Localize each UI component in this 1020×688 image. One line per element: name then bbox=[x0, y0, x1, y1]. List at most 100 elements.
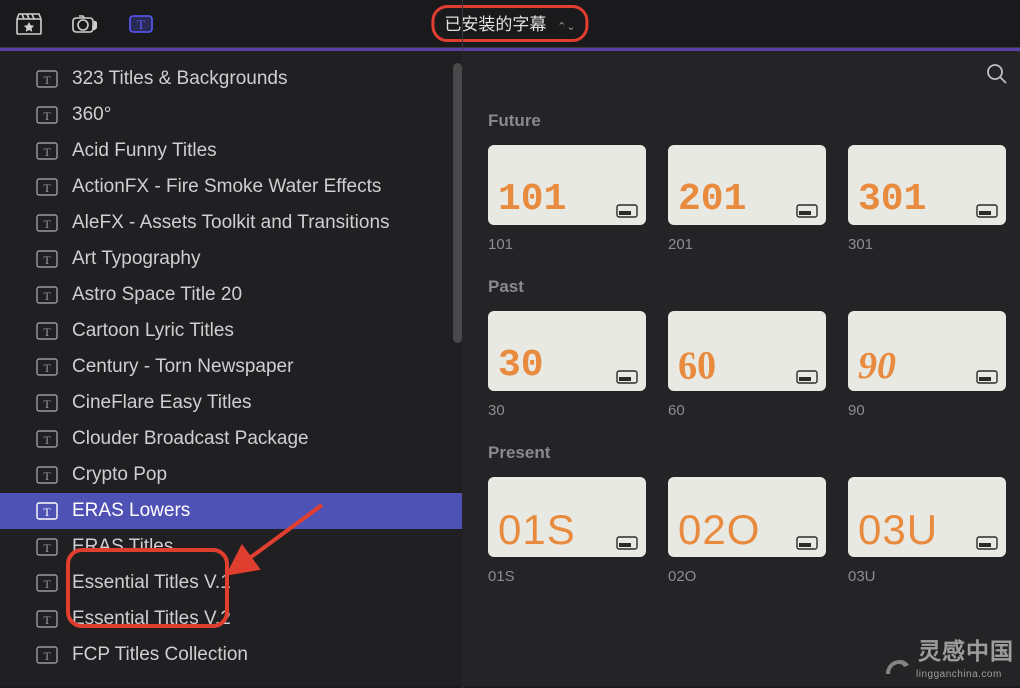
sidebar-scrollbar[interactable] bbox=[453, 63, 462, 343]
svg-text:T: T bbox=[43, 109, 51, 123]
preset-label: 101 bbox=[488, 236, 646, 253]
clapper-star-icon[interactable] bbox=[12, 10, 46, 38]
titles-icon[interactable]: T bbox=[124, 10, 158, 38]
toolbar: T 已安装的字幕 ⌃⌄ bbox=[0, 0, 1020, 48]
dropdown-highlight: 已安装的字幕 ⌃⌄ bbox=[431, 5, 588, 42]
sidebar-item[interactable]: T Century - Torn Newspaper bbox=[0, 349, 462, 385]
sidebar-item[interactable]: T Essential Titles V.2 bbox=[0, 601, 462, 637]
watermark-text: 灵感中国 bbox=[918, 638, 1014, 664]
sidebar-item-label: Century - Torn Newspaper bbox=[72, 356, 293, 378]
title-category-icon: T bbox=[36, 502, 58, 520]
sidebar-item[interactable]: T Essential Titles V.1 bbox=[0, 565, 462, 601]
sidebar-item[interactable]: T CineFlare Easy Titles bbox=[0, 385, 462, 421]
svg-text:T: T bbox=[43, 145, 51, 159]
preset-thumb-text: 60 bbox=[678, 346, 717, 387]
sidebar-item[interactable]: T Cartoon Lyric Titles bbox=[0, 313, 462, 349]
preset-thumb-text: 301 bbox=[858, 181, 926, 219]
title-preset[interactable]: 101 101 bbox=[488, 145, 646, 253]
sidebar-item-label: Cartoon Lyric Titles bbox=[72, 320, 234, 342]
preset-thumbnail: 01S bbox=[488, 477, 646, 557]
sidebar-item[interactable]: T 360° bbox=[0, 97, 462, 133]
sidebar-item[interactable]: T Clouder Broadcast Package bbox=[0, 421, 462, 457]
svg-text:T: T bbox=[43, 397, 51, 411]
sidebar-item[interactable]: T FCP Titles Collection bbox=[0, 637, 462, 673]
svg-text:T: T bbox=[43, 433, 51, 447]
sidebar-item[interactable]: T ERAS Titles bbox=[0, 529, 462, 565]
preset-thumb-text: 01S bbox=[498, 509, 576, 551]
sidebar-item[interactable]: T ActionFX - Fire Smoke Water Effects bbox=[0, 169, 462, 205]
chevron-updown-icon: ⌃⌄ bbox=[557, 21, 575, 33]
sidebar-item-label: FCP Titles Collection bbox=[72, 644, 248, 666]
title-preset[interactable]: 02O 02O bbox=[668, 477, 826, 585]
title-preset[interactable]: 301 301 bbox=[848, 145, 1006, 253]
title-category-icon: T bbox=[36, 646, 58, 664]
preset-label: 60 bbox=[668, 402, 826, 419]
apply-to-timeline-icon bbox=[976, 202, 998, 218]
camera-music-icon[interactable] bbox=[68, 10, 102, 38]
sidebar-item[interactable]: T AleFX - Assets Toolkit and Transitions bbox=[0, 205, 462, 241]
preset-thumbnail: 03U bbox=[848, 477, 1006, 557]
sidebar-item-label: ActionFX - Fire Smoke Water Effects bbox=[72, 176, 381, 198]
sidebar-item-label: Clouder Broadcast Package bbox=[72, 428, 309, 450]
svg-text:T: T bbox=[43, 73, 51, 87]
svg-text:T: T bbox=[43, 361, 51, 375]
sidebar-item[interactable]: T Acid Funny Titles bbox=[0, 133, 462, 169]
title-category-icon: T bbox=[36, 250, 58, 268]
preset-label: 201 bbox=[668, 236, 826, 253]
title-preset[interactable]: 60 60 bbox=[668, 311, 826, 419]
apply-to-timeline-icon bbox=[796, 534, 818, 550]
apply-to-timeline-icon bbox=[616, 202, 638, 218]
preset-thumbnail: 101 bbox=[488, 145, 646, 225]
sidebar-item[interactable]: T Astro Space Title 20 bbox=[0, 277, 462, 313]
svg-text:T: T bbox=[43, 649, 51, 663]
svg-text:T: T bbox=[43, 469, 51, 483]
title-preset[interactable]: 90 90 bbox=[848, 311, 1006, 419]
sidebar-item[interactable]: T Art Typography bbox=[0, 241, 462, 277]
title-category-icon: T bbox=[36, 286, 58, 304]
title-category-icon: T bbox=[36, 142, 58, 160]
preset-label: 02O bbox=[668, 568, 826, 585]
preset-label: 01S bbox=[488, 568, 646, 585]
preset-thumbnail: 60 bbox=[668, 311, 826, 391]
browser-content: Future 101 101 201 201 301 301Past 30 bbox=[462, 51, 1020, 686]
dropdown-label: 已安装的字幕 bbox=[444, 15, 546, 34]
svg-text:T: T bbox=[43, 181, 51, 195]
preset-thumbnail: 30 bbox=[488, 311, 646, 391]
sidebar-item-label: Essential Titles V.1 bbox=[72, 572, 231, 594]
apply-to-timeline-icon bbox=[976, 368, 998, 384]
thumbnail-grid: 01S 01S 02O 02O 03U 03U bbox=[488, 477, 1020, 585]
sidebar-item-label: ERAS Lowers bbox=[72, 500, 190, 522]
sidebar-item-label: AleFX - Assets Toolkit and Transitions bbox=[72, 212, 390, 234]
title-category-icon: T bbox=[36, 430, 58, 448]
svg-text:T: T bbox=[43, 325, 51, 339]
search-icon[interactable] bbox=[986, 63, 1008, 88]
apply-to-timeline-icon bbox=[616, 368, 638, 384]
title-category-icon: T bbox=[36, 358, 58, 376]
search-row bbox=[462, 51, 1020, 95]
svg-text:T: T bbox=[137, 17, 145, 32]
preset-thumbnail: 301 bbox=[848, 145, 1006, 225]
sidebar-item-label: 360° bbox=[72, 104, 111, 126]
titles-category-dropdown[interactable]: 已安装的字幕 ⌃⌄ bbox=[431, 5, 588, 42]
sidebar-item[interactable]: T ERAS Lowers bbox=[0, 493, 462, 529]
svg-text:T: T bbox=[43, 217, 51, 231]
watermark-sub: lingganchina.com bbox=[916, 669, 1002, 680]
title-category-icon: T bbox=[36, 466, 58, 484]
sidebar-item-label: Essential Titles V.2 bbox=[72, 608, 231, 630]
sidebar-item[interactable]: T 323 Titles & Backgrounds bbox=[0, 61, 462, 97]
preset-thumbnail: 90 bbox=[848, 311, 1006, 391]
sidebar-item[interactable]: T Crypto Pop bbox=[0, 457, 462, 493]
title-preset[interactable]: 201 201 bbox=[668, 145, 826, 253]
preset-thumb-text: 30 bbox=[498, 347, 544, 385]
preset-thumbnail: 02O bbox=[668, 477, 826, 557]
preset-thumbnail: 201 bbox=[668, 145, 826, 225]
main-area: T 323 Titles & Backgrounds T 360° T Acid… bbox=[0, 51, 1020, 686]
svg-text:T: T bbox=[43, 289, 51, 303]
title-preset[interactable]: 01S 01S bbox=[488, 477, 646, 585]
category-sidebar: T 323 Titles & Backgrounds T 360° T Acid… bbox=[0, 51, 462, 686]
apply-to-timeline-icon bbox=[976, 534, 998, 550]
title-preset[interactable]: 03U 03U bbox=[848, 477, 1006, 585]
sidebar-item-label: 323 Titles & Backgrounds bbox=[72, 68, 287, 90]
thumbnail-grid: 101 101 201 201 301 301 bbox=[488, 145, 1020, 253]
title-preset[interactable]: 30 30 bbox=[488, 311, 646, 419]
